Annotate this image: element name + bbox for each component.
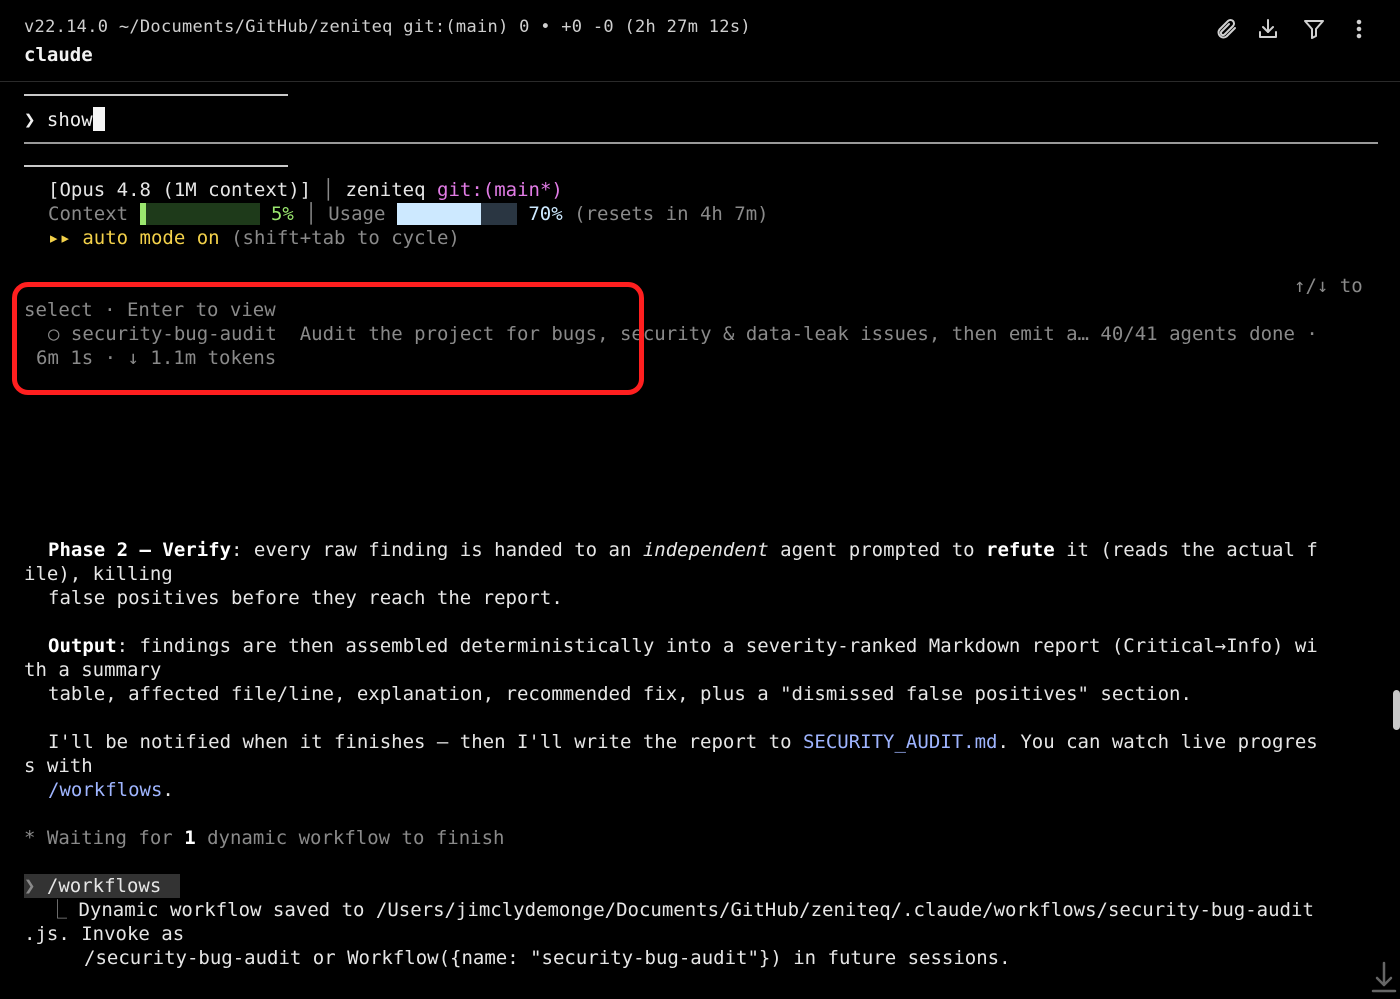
prompt-text: show: [46, 109, 93, 131]
scroll-to-bottom-icon[interactable]: [1346, 938, 1397, 993]
usage-percent: 70%: [528, 203, 563, 225]
output-label: Output: [48, 635, 117, 657]
output-line: Output: findings are then assembled dete…: [48, 635, 1318, 657]
text-cursor: [92, 107, 105, 131]
phase2-label: Phase 2 — Verify: [48, 539, 232, 561]
phase2-wrap: ile), killing: [24, 563, 173, 585]
notify-line2: /workflows.: [48, 779, 174, 801]
input-border-top: [24, 94, 288, 96]
command-result: ⎿ Dynamic workflow saved to /Users/jimcl…: [48, 899, 1314, 921]
phase2-line: Phase 2 — Verify: every raw finding is h…: [48, 539, 1318, 561]
repo-name: zeniteq: [345, 179, 426, 201]
input-border-bottom: [24, 142, 1378, 144]
more-vertical-icon[interactable]: [1344, 14, 1374, 44]
command-text: /workflows: [46, 875, 162, 897]
command-result-wrap: .js. Invoke as: [24, 923, 185, 945]
workflows-link[interactable]: /workflows: [48, 779, 162, 801]
session-info: v22.14.0 ~/Documents/GitHub/zeniteq git:…: [24, 17, 751, 37]
command-entry: ❯ /workflows: [24, 874, 161, 898]
status-line-mode: ▸▸ auto mode on (shift+tab to cycle): [48, 226, 460, 250]
scrollbar-thumb[interactable]: [1393, 690, 1400, 730]
status-line-model: [Opus 4.8 (1M context)] │ zeniteq git:(m…: [48, 179, 563, 201]
mode-text: auto mode on: [82, 227, 220, 249]
usage-resets: (resets in 4h 7m): [574, 203, 769, 225]
context-percent: 5%: [270, 203, 294, 225]
mode-hint: (shift+tab to cycle): [231, 227, 460, 249]
filter-icon[interactable]: [1299, 14, 1329, 44]
download-icon[interactable]: [1253, 14, 1283, 44]
result-branch-icon: ⎿: [48, 899, 68, 921]
window-title: claude: [24, 44, 93, 66]
context-meter-fill: [139, 203, 146, 225]
prompt-symbol: ❯: [24, 109, 36, 131]
header-divider: [0, 81, 1400, 82]
notify-line: I'll be notified when it finishes — then…: [48, 731, 1318, 753]
notify-wrap: s with: [24, 755, 93, 777]
phase2-line2: false positives before they reach the re…: [48, 587, 563, 609]
git-branch: git:(main*): [437, 179, 563, 201]
waiting-status: * Waiting for 1 dynamic workflow to fini…: [24, 827, 505, 849]
usage-meter-fill: [396, 203, 481, 225]
spinner-icon: *: [24, 827, 36, 849]
security-audit-link[interactable]: SECURITY_AUDIT.md: [803, 731, 997, 753]
mode-arrows-icon: ▸▸: [48, 227, 71, 249]
usage-meter: [396, 203, 517, 225]
output-line2: table, affected file/line, explanation, …: [48, 683, 1192, 705]
status-border: [24, 165, 288, 167]
paperclip-icon[interactable]: [1211, 14, 1241, 44]
output-wrap: th a summary: [24, 659, 162, 681]
highlight-box: [12, 282, 644, 395]
nav-hint: ↑/↓ to: [1294, 275, 1363, 297]
prompt-input[interactable]: ❯ show: [24, 107, 105, 131]
context-label: Context: [48, 203, 129, 225]
command-result-line3: /security-bug-audit or Workflow({name: "…: [84, 947, 1011, 969]
model-name: [Opus 4.8 (1M context)]: [48, 179, 312, 201]
status-line-usage: Context 5% │ Usage 70% (resets in 4h 7m): [48, 203, 769, 225]
context-meter: [139, 203, 260, 225]
usage-label: Usage: [328, 203, 386, 225]
command-symbol: ❯: [24, 875, 36, 897]
